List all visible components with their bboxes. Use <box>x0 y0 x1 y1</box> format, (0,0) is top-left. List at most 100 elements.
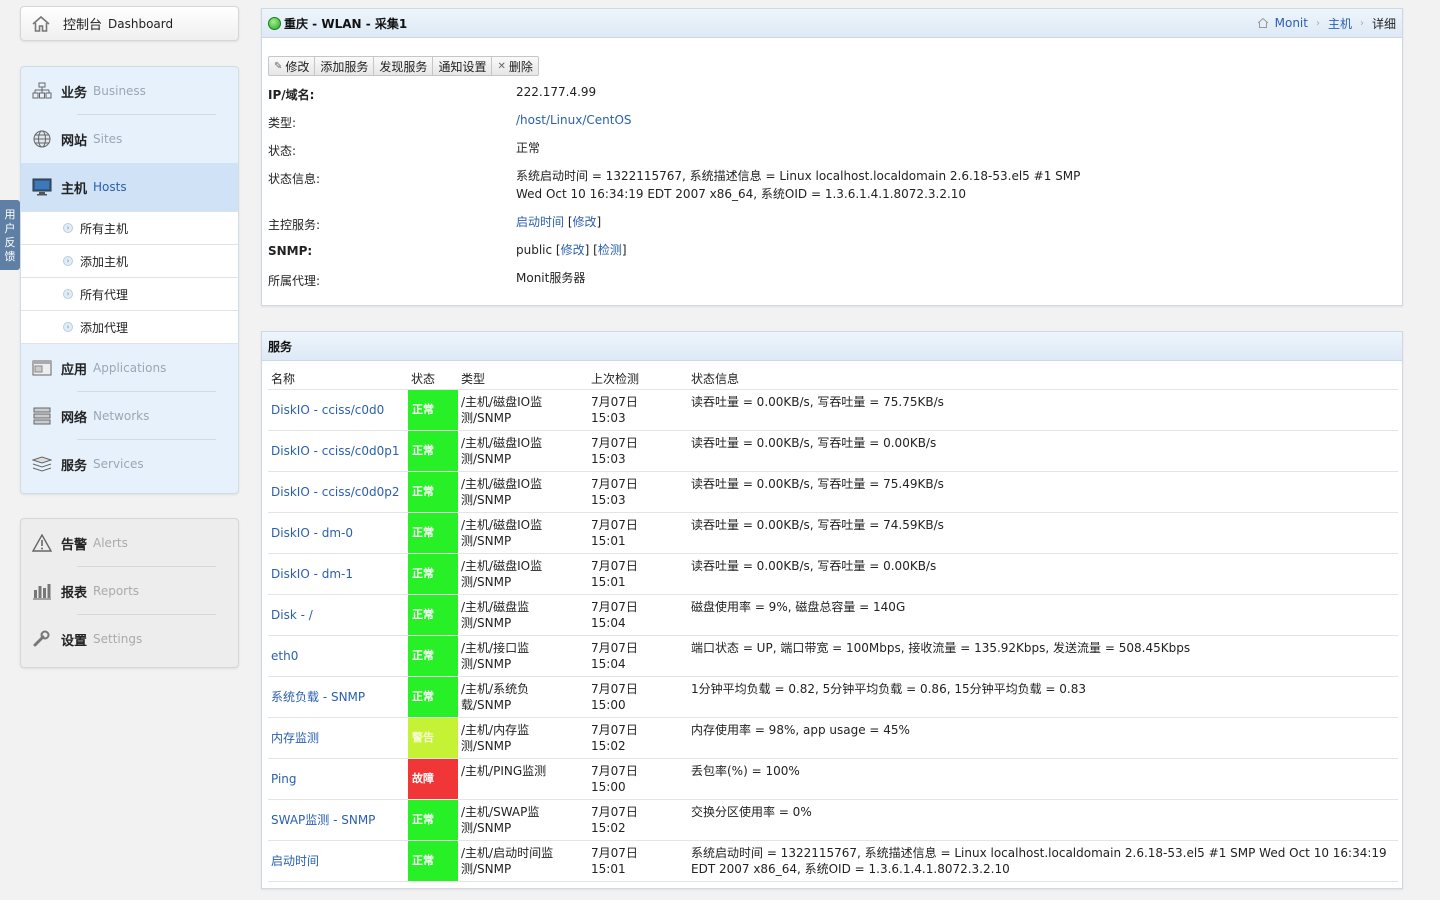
service-name-link[interactable]: DiskIO - dm-1 <box>271 567 353 581</box>
service-name-link[interactable]: 启动时间 <box>271 854 319 868</box>
service-status-cell: 正常 <box>408 840 458 882</box>
nav-alerts[interactable]: 告警 Alerts <box>21 519 238 567</box>
service-name-link[interactable]: DiskIO - cciss/c0d0 <box>271 403 384 417</box>
feedback-tab[interactable]: 用 户 反 馈 <box>0 200 20 270</box>
snmp-community: public <box>516 243 553 257</box>
snmp-test-link[interactable]: 检测 <box>598 243 622 257</box>
chevron-right-icon: › <box>63 256 73 266</box>
status-badge: 正常 <box>408 553 458 594</box>
chevron-right-icon: › <box>63 322 73 332</box>
nav-settings[interactable]: 设置 Settings <box>21 615 238 663</box>
last-check-date: 7月07日 <box>591 394 638 409</box>
dashboard-label-en: Dashboard <box>108 16 174 31</box>
submenu-all-hosts-label: 所有主机 <box>80 221 129 236</box>
last-check-cell: 7月07日 15:03 <box>578 389 678 431</box>
column-header-status-info[interactable]: 状态信息 <box>678 368 1398 390</box>
last-check-time: 15:04 <box>591 615 626 630</box>
service-status-info: 磁盘使用率 = 9%, 磁盘总容量 = 140G <box>678 594 1398 636</box>
type-link[interactable]: /host/Linux/CentOS <box>516 113 632 127</box>
status-badge: 故障 <box>408 758 458 799</box>
nav-reports[interactable]: 报表 Reports <box>21 567 238 615</box>
nav-networks[interactable]: 网络 Networks <box>21 392 238 440</box>
master-service-link[interactable]: 启动时间 <box>516 215 564 229</box>
service-name-cell: DiskIO - cciss/c0d0p1 <box>268 430 408 472</box>
chevron-right-icon: › <box>1359 17 1364 29</box>
nav-alerts-label-en: Alerts <box>93 536 128 550</box>
service-name-link[interactable]: SWAP监测 - SNMP <box>271 813 375 827</box>
close-icon: ✕ <box>497 60 506 72</box>
nav-sites[interactable]: 网站 Sites <box>21 115 238 163</box>
column-header-last-check[interactable]: 上次检测 <box>578 368 678 390</box>
add-service-button[interactable]: 添加服务 <box>315 57 375 75</box>
submenu-add-proxy[interactable]: › 添加代理 <box>21 311 238 344</box>
last-check-cell: 7月07日 15:04 <box>578 635 678 677</box>
discover-services-button[interactable]: 发现服务 <box>374 57 434 75</box>
status-badge: 正常 <box>408 512 458 553</box>
service-status-cell: 正常 <box>408 635 458 677</box>
snmp-edit-link[interactable]: 修改 <box>561 243 585 257</box>
service-name-link[interactable]: DiskIO - cciss/c0d0p1 <box>271 444 400 458</box>
table-row: DiskIO - dm-1 正常/主机/磁盘IO监测/SNMP 7月07日 15:01… <box>268 553 1398 595</box>
service-status-cell: 正常 <box>408 430 458 472</box>
last-check-cell: 7月07日 15:00 <box>578 758 678 800</box>
service-status-cell: 正常 <box>408 553 458 595</box>
last-check-cell: 7月07日 15:02 <box>578 717 678 759</box>
table-row: Ping 故障/主机/PING监测 7月07日 15:00 丢包率(%) = 100% <box>268 758 1398 800</box>
submenu-add-host[interactable]: › 添加主机 <box>21 245 238 278</box>
last-check-date: 7月07日 <box>591 763 638 778</box>
service-status-info: 系统启动时间 = 1322115767, 系统描述信息 = Linux loca… <box>678 840 1398 882</box>
service-name-link[interactable]: 系统负载 - SNMP <box>271 690 365 704</box>
snmp-value: public [修改] [检测] <box>516 243 627 257</box>
service-name-link[interactable]: DiskIO - cciss/c0d0p2 <box>271 485 400 499</box>
service-name-link[interactable]: Disk - / <box>271 608 313 622</box>
service-name-link[interactable]: DiskIO - dm-0 <box>271 526 353 540</box>
submenu-all-hosts[interactable]: › 所有主机 <box>21 212 238 245</box>
master-value: 启动时间 [修改] <box>516 215 602 229</box>
chevron-right-icon: › <box>63 289 73 299</box>
services-panel: 服务 名称 状态 类型 上次检测 状态信息 DiskIO - cciss/c0d… <box>261 331 1403 889</box>
last-check-time: 15:02 <box>591 820 626 835</box>
last-check-time: 15:03 <box>591 492 626 507</box>
delete-button[interactable]: ✕ 删除 <box>492 57 537 75</box>
table-row: eth0 正常/主机/接口监测/SNMP 7月07日 15:04 端口状态 = UP, … <box>268 635 1398 677</box>
add-service-button-label: 添加服务 <box>320 59 369 74</box>
snmp-label: SNMP: <box>268 244 313 258</box>
edit-button[interactable]: ✎ 修改 <box>269 57 316 75</box>
service-name-link[interactable]: eth0 <box>271 649 298 663</box>
column-header-name[interactable]: 名称 <box>268 368 408 390</box>
nav-services-label: 服务 <box>61 458 88 474</box>
service-type: /主机/磁盘IO监测/SNMP <box>458 389 578 431</box>
service-name-link[interactable]: 内存监测 <box>271 731 319 745</box>
service-status-info: 端口状态 = UP, 端口带宽 = 100Mbps, 接收流量 = 135.92… <box>678 635 1398 677</box>
service-name-cell: SWAP监测 - SNMP <box>268 799 408 841</box>
nav-applications[interactable]: 应用 Applications <box>21 344 238 392</box>
status-value: 正常 <box>516 141 541 155</box>
feedback-char: 反 <box>4 236 16 249</box>
nav-business[interactable]: 业务 Business <box>21 67 238 115</box>
nav-sites-label: 网站 <box>61 133 88 149</box>
service-name-link[interactable]: Ping <box>271 772 297 786</box>
chevron-right-icon: › <box>1315 17 1320 29</box>
status-badge: 正常 <box>408 799 458 840</box>
notification-settings-button[interactable]: 通知设置 <box>433 57 493 75</box>
master-edit-link[interactable]: 修改 <box>573 215 597 229</box>
nav-services[interactable]: 服务 Services <box>21 440 238 488</box>
proxy-label: 所属代理: <box>268 274 321 288</box>
services-title: 服务 <box>268 339 293 354</box>
service-name-cell: Disk - / <box>268 594 408 636</box>
monitor-icon <box>31 176 53 198</box>
notification-settings-button-label: 通知设置 <box>438 59 487 74</box>
hosts-submenu: › 所有主机 › 添加主机 › 所有代理 › 添加代理 <box>21 211 238 344</box>
last-check-date: 7月07日 <box>591 722 638 737</box>
last-check-time: 15:03 <box>591 451 626 466</box>
nav-hosts[interactable]: 主机 Hosts <box>21 163 238 211</box>
breadcrumb-monit[interactable]: Monit <box>1275 16 1308 30</box>
column-header-status[interactable]: 状态 <box>408 368 458 390</box>
service-type: /主机/PING监测 <box>458 758 578 800</box>
breadcrumb-hosts[interactable]: 主机 <box>1328 15 1352 32</box>
submenu-all-proxies[interactable]: › 所有代理 <box>21 278 238 311</box>
service-status-info: 丢包率(%) = 100% <box>678 758 1398 800</box>
dashboard-link[interactable]: 控制台 Dashboard <box>20 6 239 41</box>
table-row: DiskIO - cciss/c0d0p1 正常/主机/磁盘IO监测/SNMP 7月… <box>268 430 1398 472</box>
column-header-type[interactable]: 类型 <box>458 368 578 390</box>
